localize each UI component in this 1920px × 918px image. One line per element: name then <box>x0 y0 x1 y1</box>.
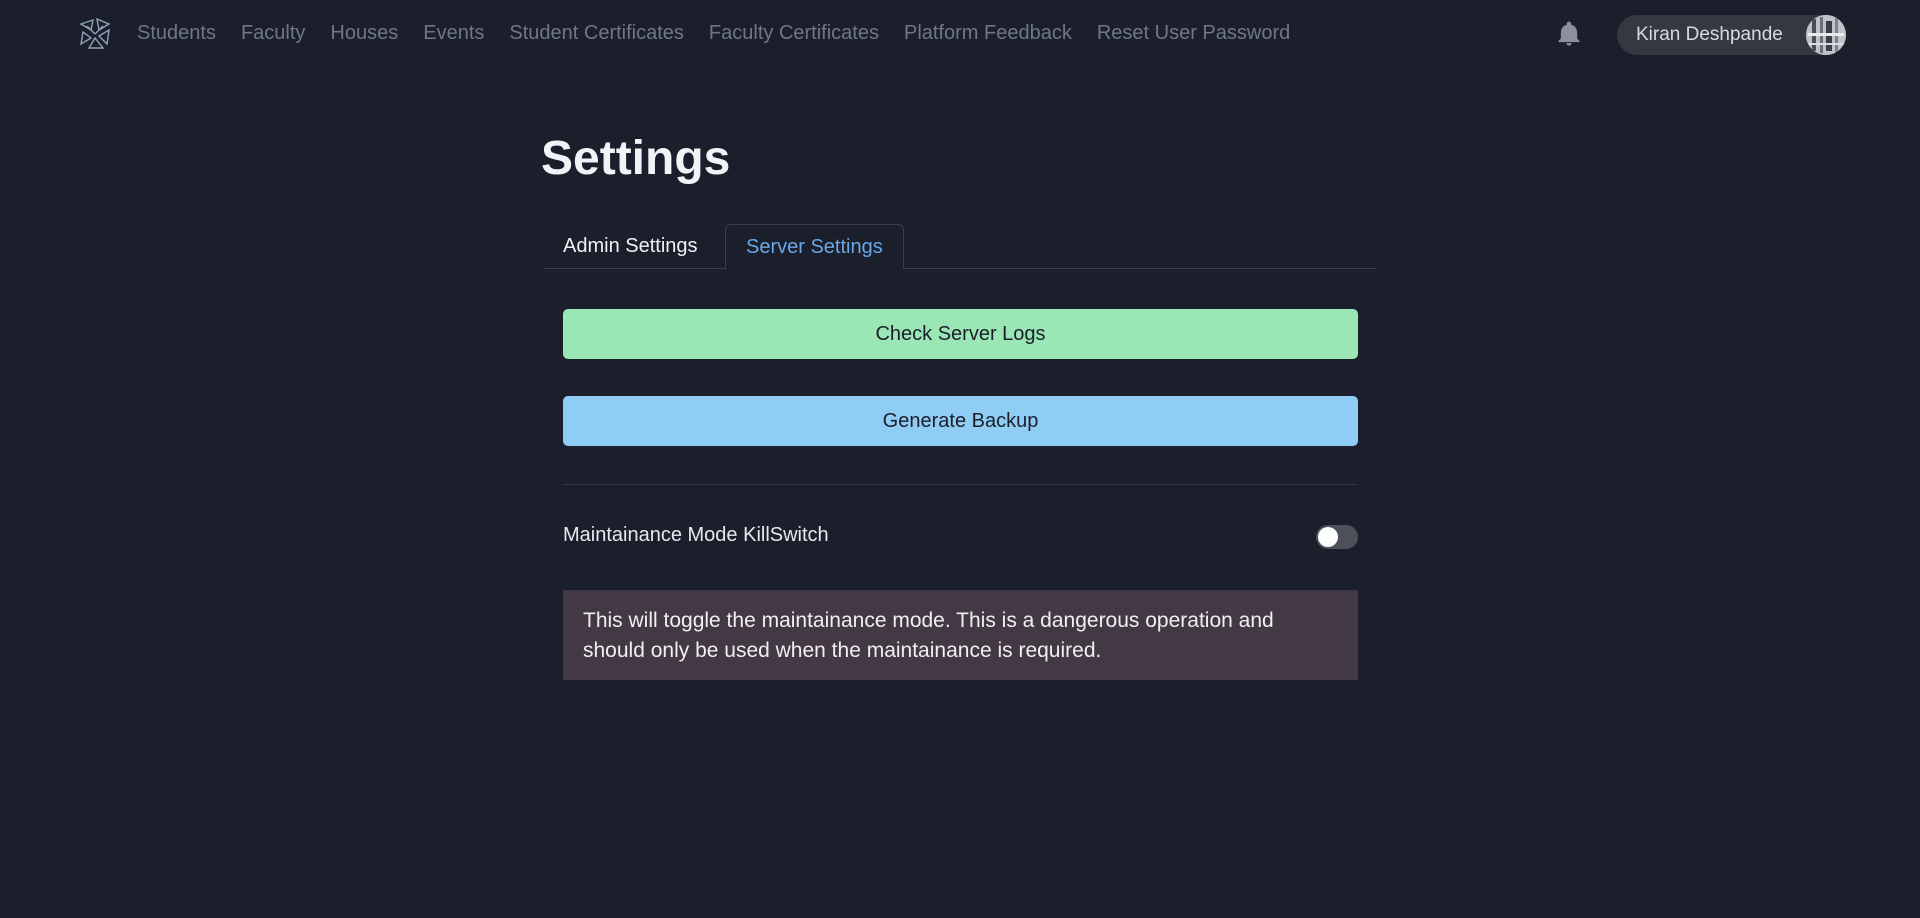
avatar[interactable] <box>1806 15 1846 55</box>
section-divider <box>563 484 1358 485</box>
user-name: Kiran Deshpande <box>1636 24 1783 45</box>
page-title: Settings <box>541 132 731 185</box>
bell-icon[interactable] <box>1555 20 1583 48</box>
nav-links: Students Faculty Houses Events Student C… <box>137 22 1290 45</box>
nav-link-houses[interactable]: Houses <box>330 22 398 45</box>
top-navbar: Students Faculty Houses Events Student C… <box>0 0 1920 70</box>
logo-icon[interactable] <box>77 16 113 52</box>
nav-link-platform-feedback[interactable]: Platform Feedback <box>904 22 1072 45</box>
nav-link-student-certificates[interactable]: Student Certificates <box>509 22 684 45</box>
killswitch-label: Maintainance Mode KillSwitch <box>563 524 829 546</box>
nav-link-faculty[interactable]: Faculty <box>241 22 305 45</box>
nav-link-reset-user-password[interactable]: Reset User Password <box>1097 22 1290 45</box>
nav-link-faculty-certificates[interactable]: Faculty Certificates <box>709 22 879 45</box>
check-server-logs-button[interactable]: Check Server Logs <box>563 309 1358 359</box>
maintenance-killswitch-toggle[interactable] <box>1316 525 1358 549</box>
tab-server-settings[interactable]: Server Settings <box>725 224 904 270</box>
maintenance-warning-alert: This will toggle the maintainance mode. … <box>563 590 1358 680</box>
settings-tabs: Admin Settings Server Settings <box>543 224 1377 270</box>
generate-backup-button[interactable]: Generate Backup <box>563 396 1358 446</box>
nav-link-events[interactable]: Events <box>423 22 484 45</box>
avatar-image <box>1806 15 1846 55</box>
tab-admin-settings[interactable]: Admin Settings <box>543 224 718 269</box>
toggle-knob <box>1318 527 1338 547</box>
user-menu[interactable]: Kiran Deshpande <box>1617 15 1846 55</box>
warning-text: This will toggle the maintainance mode. … <box>583 609 1274 662</box>
nav-link-students[interactable]: Students <box>137 22 216 45</box>
